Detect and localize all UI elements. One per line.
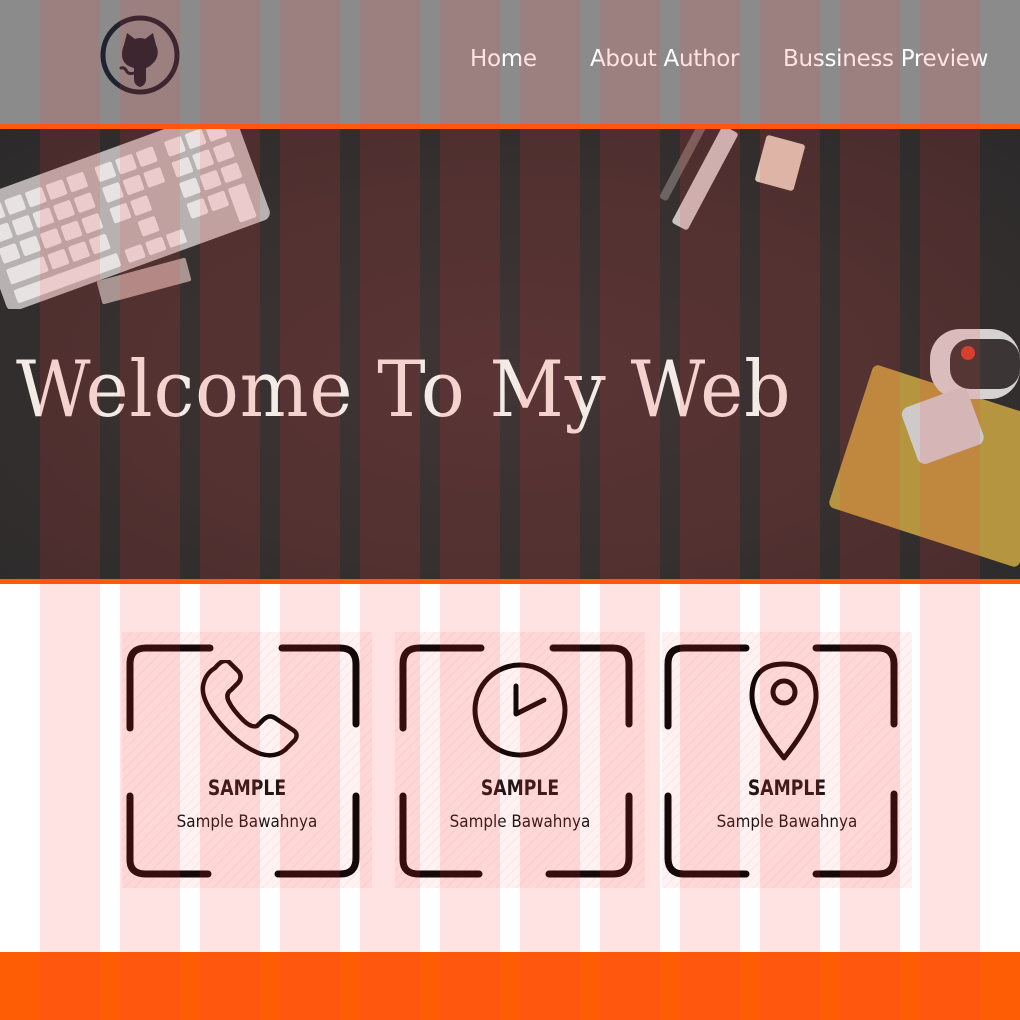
- feature-card-phone[interactable]: SAMPLE Sample Bawahnya: [122, 632, 372, 888]
- stamp-image: [901, 329, 1020, 464]
- site-header: Home About Author Bussiness Preview: [0, 0, 1020, 124]
- card-title: SAMPLE: [207, 776, 287, 800]
- hero-title: Welcome To My Web: [16, 345, 792, 435]
- feature-card-location[interactable]: SAMPLE Sample Bawahnya: [662, 632, 912, 888]
- card-subtitle: Sample Bawahnya: [176, 812, 318, 831]
- nav-business-preview[interactable]: Bussiness Preview: [783, 46, 988, 72]
- clock-icon: [472, 662, 568, 758]
- cutter-image: [671, 129, 739, 231]
- nav-home[interactable]: Home: [470, 46, 537, 72]
- map-pin-icon: [749, 661, 819, 761]
- eraser-block-image: [754, 134, 806, 192]
- card-title: SAMPLE: [747, 776, 827, 800]
- nav-about-author[interactable]: About Author: [590, 46, 739, 72]
- features-section: SAMPLE Sample Bawahnya SAMPLE Sample Baw…: [0, 584, 1020, 952]
- main-nav: Home About Author Bussiness Preview: [0, 46, 1020, 82]
- card-title: SAMPLE: [480, 776, 560, 800]
- card-subtitle: Sample Bawahnya: [449, 812, 591, 831]
- hero-banner: Welcome To My Web: [0, 129, 1020, 579]
- card-subtitle: Sample Bawahnya: [716, 812, 858, 831]
- site-footer: [0, 952, 1020, 1020]
- feature-card-clock[interactable]: SAMPLE Sample Bawahnya: [395, 632, 645, 888]
- phone-icon: [200, 660, 299, 758]
